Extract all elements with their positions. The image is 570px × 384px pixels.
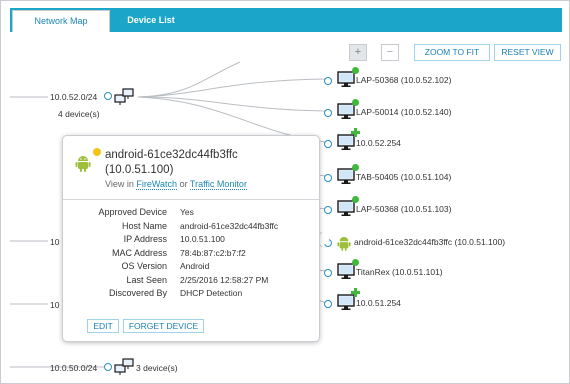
device-port[interactable] xyxy=(324,269,332,277)
status-green-icon xyxy=(352,99,359,106)
zoom-out-button[interactable]: − xyxy=(381,44,399,61)
device-label: 10.0.52.254 xyxy=(356,138,401,148)
field-row: OS Version Android xyxy=(63,261,319,275)
network-switch-icon[interactable] xyxy=(114,356,138,378)
device-port[interactable] xyxy=(324,206,332,214)
field-key: IP Address xyxy=(123,234,167,244)
field-value: android-61ce32dc44fb3ffc xyxy=(180,220,279,231)
network-subnet-label-partial: 10 xyxy=(50,300,60,310)
monitor-icon[interactable] xyxy=(337,200,355,219)
device-label: 10.0.51.254 xyxy=(356,298,401,308)
monitor-icon[interactable] xyxy=(337,71,355,90)
field-key: Last Seen xyxy=(126,274,167,285)
view-or: or xyxy=(179,179,188,189)
zoom-in-button[interactable]: + xyxy=(349,44,367,61)
field-row: Last Seen 2/25/2016 12:58:27 PM xyxy=(63,275,319,289)
device-fields: Approved Device Yes Host Name android-61ce3… xyxy=(63,207,319,302)
android-icon xyxy=(75,154,91,174)
status-green-icon xyxy=(352,259,359,266)
network-device-count: 4 device(s) xyxy=(58,109,100,119)
edit-button[interactable]: EDIT xyxy=(87,319,119,333)
field-key: MAC Address xyxy=(111,247,167,258)
status-yellow-icon xyxy=(93,148,101,156)
field-value: 10.0.51.100 xyxy=(180,234,225,244)
field-key: Discovered By xyxy=(108,288,167,298)
device-port[interactable] xyxy=(324,77,332,85)
monitor-icon[interactable] xyxy=(337,103,355,122)
field-row: Host Name android-61ce32dc44fb3ffc xyxy=(63,221,319,235)
field-value: Android xyxy=(180,261,210,271)
traffic-monitor-link[interactable]: Traffic Monitor xyxy=(189,179,247,190)
device-port[interactable] xyxy=(324,109,332,117)
tab-network-map[interactable]: Network Map xyxy=(12,10,110,32)
reset-view-button[interactable]: RESET VIEW xyxy=(494,44,561,61)
forget-device-button[interactable]: FORGET DEVICE xyxy=(123,319,204,333)
field-value: 78:4b:87:c2:b7:f2 xyxy=(180,247,246,258)
field-row: Approved Device Yes xyxy=(63,207,319,221)
network-port[interactable] xyxy=(104,363,112,371)
status-green-icon xyxy=(352,164,359,171)
field-row: MAC Address 78:4b:87:c2:b7:f2 xyxy=(63,248,319,262)
field-key: Approved Device xyxy=(98,207,167,217)
firewatch-link[interactable]: FireWatch xyxy=(136,179,178,190)
monitor-icon[interactable] xyxy=(337,263,355,282)
device-label: android-61ce32dc44fb3ffc (10.0.51.100) xyxy=(354,237,506,247)
monitor-icon[interactable] xyxy=(337,168,355,187)
device-port[interactable] xyxy=(324,300,332,308)
new-device-plus-icon xyxy=(351,128,360,137)
status-green-icon xyxy=(352,67,359,74)
status-green-icon xyxy=(352,196,359,203)
device-port[interactable] xyxy=(324,174,332,182)
popup-title: android-61ce32dc44fb3ffc (10.0.51.100) xyxy=(105,149,238,176)
android-icon[interactable] xyxy=(337,235,351,253)
network-subnet-label-partial: 10 xyxy=(50,237,60,247)
network-subnet-label: 10.0.52.0/24 xyxy=(50,92,98,102)
device-label: LAP-50014 (10.0.52.140) xyxy=(356,107,452,117)
field-key: Host Name xyxy=(121,220,167,231)
network-port[interactable] xyxy=(104,92,112,100)
network-subnet-label: 10.0.50.0/24 xyxy=(50,363,98,373)
device-label: TAB-50405 (10.0.51.104) xyxy=(356,172,452,182)
device-label: LAP-50368 (10.0.52.102) xyxy=(356,75,452,85)
network-switch-icon[interactable] xyxy=(114,86,138,108)
field-value: DHCP Detection xyxy=(180,288,243,298)
device-detail-popup: android-61ce32dc44fb3ffc (10.0.51.100) V… xyxy=(62,135,320,342)
device-port[interactable] xyxy=(324,140,332,148)
view-in-line: View in FireWatch or Traffic Monitor xyxy=(105,179,247,190)
tab-bar: Network Map Device List xyxy=(10,8,562,32)
device-label: TitanRex (10.0.51.101) xyxy=(356,267,443,277)
tab-device-list[interactable]: Device List xyxy=(112,10,190,32)
field-row: Discovered By DHCP Detection xyxy=(63,288,319,302)
field-value: Yes xyxy=(180,207,194,217)
zoom-to-fit-button[interactable]: ZOOM TO FIT xyxy=(414,44,490,61)
device-label: LAP-50368 (10.0.51.103) xyxy=(356,204,452,214)
view-prefix: View in xyxy=(105,179,134,189)
network-device-count: 3 device(s) xyxy=(136,363,178,373)
field-key: OS Version xyxy=(121,261,167,271)
field-value: 2/25/2016 12:58:27 PM xyxy=(180,274,269,285)
new-device-plus-icon xyxy=(351,288,360,297)
popup-divider xyxy=(63,199,319,200)
field-row: IP Address 10.0.51.100 xyxy=(63,234,319,248)
